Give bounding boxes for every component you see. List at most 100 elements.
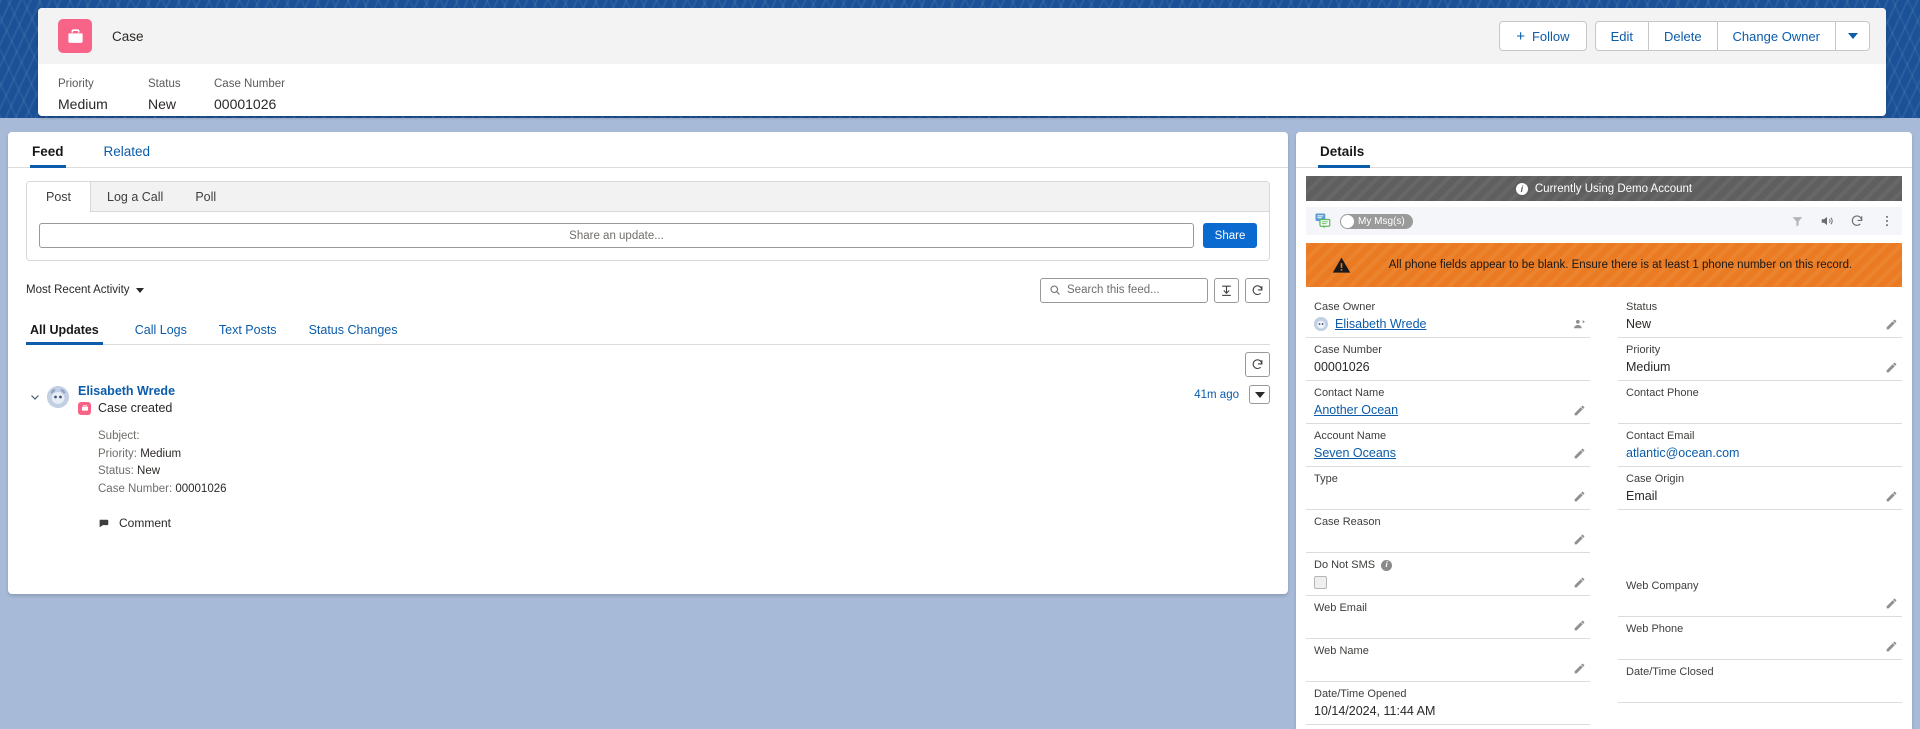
tab-details[interactable]: Details — [1318, 144, 1376, 168]
feed-filter-subtabs: All Updates Call Logs Text Posts Status … — [26, 317, 1270, 345]
share-update-input[interactable]: Share an update... — [39, 223, 1194, 248]
edit-button[interactable]: Edit — [1594, 21, 1649, 51]
feed-reload-button[interactable] — [1245, 352, 1270, 377]
edit-pencil-icon[interactable] — [1885, 361, 1898, 374]
subtab-call-logs[interactable]: Call Logs — [119, 323, 203, 345]
feed-item-timestamp[interactable]: 41m ago — [1194, 389, 1239, 401]
edit-pencil-icon[interactable] — [1573, 404, 1586, 417]
field-value — [1626, 637, 1902, 655]
details-tabbar: Details — [1296, 132, 1912, 168]
field-label: Web Name — [1314, 645, 1369, 657]
subtab-status-changes[interactable]: Status Changes — [293, 323, 414, 345]
field-value — [1626, 546, 1902, 564]
filter-icon[interactable] — [1791, 215, 1804, 228]
field-web-phone: Web Phone — [1618, 617, 1902, 660]
feed-tabbar: Feed Related — [8, 132, 1288, 168]
share-button[interactable]: Share — [1203, 223, 1257, 248]
phone-warning-text: All phone fields appear to be blank. Ens… — [1388, 259, 1853, 271]
feed-item-meta: 41m ago — [1194, 385, 1270, 404]
edit-pencil-icon[interactable] — [1885, 640, 1898, 653]
record-action-group: Edit Delete Change Owner — [1594, 21, 1870, 51]
subtab-text-posts[interactable]: Text Posts — [203, 323, 293, 345]
change-owner-button[interactable]: Change Owner — [1717, 21, 1836, 51]
collapse-toggle[interactable] — [26, 383, 44, 530]
info-icon[interactable]: i — [1381, 559, 1393, 571]
warning-icon — [1332, 257, 1351, 273]
feed-item: Elisabeth Wrede Case created Subject: Pr… — [8, 377, 1288, 530]
subtab-all-updates[interactable]: All Updates — [26, 323, 119, 345]
edit-pencil-icon[interactable] — [1885, 597, 1898, 610]
field-account-name: Account Name Seven Oceans — [1306, 424, 1590, 467]
field-label: Account Name — [1314, 430, 1387, 442]
chevron-down-icon — [135, 287, 144, 293]
highlight-field-status: Status New — [148, 76, 214, 114]
contact-name-link[interactable]: Another Ocean — [1314, 401, 1398, 419]
demo-account-banner: i Currently Using Demo Account — [1306, 176, 1902, 201]
edit-pencil-icon[interactable] — [1573, 662, 1586, 675]
edit-pencil-icon[interactable] — [1573, 619, 1586, 632]
messaging-toolbar: My Msg(s) — [1306, 207, 1902, 235]
edit-pencil-icon[interactable] — [1573, 447, 1586, 460]
field-value: 00001026 — [1314, 360, 1370, 374]
field-label: Web Phone — [1626, 623, 1684, 635]
feed-item-body: Elisabeth Wrede Case created Subject: Pr… — [78, 383, 1270, 530]
field-status: Status New — [1618, 295, 1902, 338]
publisher-tab-log-a-call[interactable]: Log a Call — [91, 182, 179, 211]
field-case-origin: Case Origin Email — [1618, 467, 1902, 510]
field-value — [1314, 659, 1590, 677]
field-value — [1626, 594, 1902, 612]
field-value: Another Ocean — [1314, 401, 1590, 419]
details-left-column: Case Owner Elisabeth Wrede Case Number 0… — [1306, 295, 1590, 725]
more-actions-button[interactable] — [1836, 21, 1870, 51]
search-feed-input[interactable]: Search this feed... — [1040, 277, 1208, 303]
comment-button[interactable]: Comment — [98, 516, 1270, 530]
account-name-link[interactable]: Seven Oceans — [1314, 444, 1396, 462]
my-messages-label: My Msg(s) — [1358, 215, 1405, 227]
feed-detail-priority: Priority: Medium — [98, 446, 1270, 464]
follow-button[interactable]: + Follow — [1499, 21, 1587, 51]
case-owner-link[interactable]: Elisabeth Wrede — [1335, 315, 1427, 333]
feed-detail-label: Priority: — [98, 447, 137, 460]
feed-detail-status: Status: New — [98, 463, 1270, 481]
edit-pencil-icon[interactable] — [1573, 490, 1586, 503]
refresh-icon[interactable] — [1850, 214, 1864, 228]
edit-pencil-icon[interactable] — [1573, 533, 1586, 546]
field-label: Type — [1314, 473, 1338, 485]
field-value: Email — [1626, 489, 1658, 503]
record-actions: + Follow Edit Delete Change Owner — [1499, 21, 1870, 51]
info-icon: i — [1515, 182, 1528, 195]
edit-pencil-icon[interactable] — [1885, 318, 1898, 331]
publisher-tab-post[interactable]: Post — [27, 182, 92, 212]
field-value — [1626, 401, 1902, 419]
publisher-tab-poll[interactable]: Poll — [179, 182, 232, 211]
toggle-knob — [1341, 214, 1354, 228]
feed-item-details: Subject: Priority: Medium Status: New Ca… — [98, 428, 1270, 498]
tab-feed[interactable]: Feed — [30, 144, 86, 168]
publisher-body: Share an update... Share — [27, 212, 1269, 260]
volume-icon[interactable] — [1820, 214, 1834, 228]
highlight-label: Case Number — [214, 78, 285, 90]
feed-sort-dropdown[interactable]: Most Recent Activity — [26, 284, 144, 296]
field-label-text: Do Not SMS — [1314, 559, 1376, 571]
feed-item-subheader: Case created — [78, 401, 1270, 415]
feed-panel: Feed Related Post Log a Call Poll Share … — [8, 132, 1288, 594]
feed-refresh-button[interactable] — [1245, 277, 1270, 303]
feed-detail-value: 00001026 — [175, 482, 227, 495]
sort-icon — [1222, 285, 1231, 296]
overflow-menu-icon[interactable] — [1880, 214, 1894, 228]
change-owner-icon[interactable] — [1573, 318, 1586, 331]
feed-item-menu-button[interactable] — [1249, 385, 1270, 404]
field-spacer-2 — [1618, 542, 1902, 574]
tab-related[interactable]: Related — [86, 144, 169, 168]
feed-item-author[interactable]: Elisabeth Wrede — [78, 383, 1270, 399]
delete-button[interactable]: Delete — [1648, 21, 1718, 51]
field-datetime-closed: Date/Time Closed — [1618, 660, 1902, 703]
field-value: atlantic@ocean.com — [1626, 444, 1902, 462]
edit-pencil-icon[interactable] — [1573, 576, 1586, 589]
do-not-sms-checkbox[interactable] — [1314, 575, 1327, 589]
edit-pencil-icon[interactable] — [1885, 490, 1898, 503]
contact-email-link[interactable]: atlantic@ocean.com — [1626, 444, 1739, 462]
my-messages-toggle[interactable]: My Msg(s) — [1340, 213, 1413, 229]
messages-icon[interactable] — [1314, 212, 1332, 230]
feed-sort-icon-button[interactable] — [1214, 277, 1239, 303]
